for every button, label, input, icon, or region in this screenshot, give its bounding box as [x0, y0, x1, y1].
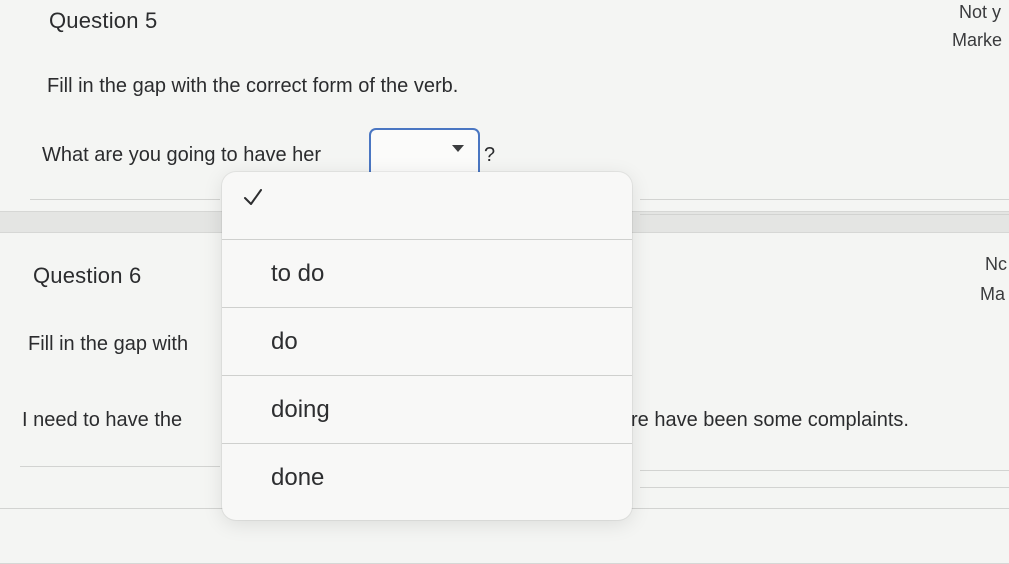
divider	[640, 214, 1009, 215]
option-do[interactable]: do	[222, 308, 632, 376]
question-6-instruction: Fill in the gap with	[28, 333, 189, 355]
question-5-sentence-end: ?	[484, 144, 496, 166]
option-label: do	[271, 328, 298, 355]
question-6-sentence-start: I need to have the	[22, 409, 183, 431]
option-to-do[interactable]: to do	[222, 240, 632, 308]
option-label: to do	[271, 260, 325, 287]
answer-options-menu: to do do doing done	[222, 172, 632, 520]
option-label: done	[271, 464, 325, 491]
checkmark-icon	[244, 189, 262, 205]
question-6-status: Nc	[985, 254, 1007, 274]
question-6-sentence-end: re have been some complaints.	[631, 409, 909, 431]
caret-down-icon	[452, 145, 464, 152]
question-6-marks: Ma	[980, 284, 1006, 304]
divider	[20, 466, 220, 467]
gap-select-dropdown[interactable]	[369, 128, 480, 172]
divider	[640, 487, 1009, 488]
option-label: doing	[271, 396, 330, 423]
option-done[interactable]: done	[222, 444, 632, 512]
option-doing[interactable]: doing	[222, 376, 632, 444]
divider	[640, 199, 1009, 200]
question-5-sentence-start: What are you going to have her	[42, 144, 322, 166]
divider	[640, 470, 1009, 471]
divider	[30, 199, 220, 200]
option-blank[interactable]	[222, 172, 632, 240]
question-6-title: Question 6	[33, 263, 142, 288]
question-5-status: Not y	[959, 2, 1002, 22]
question-5-marks: Marke	[952, 30, 1003, 50]
question-5-instruction: Fill in the gap with the correct form of…	[47, 75, 459, 97]
question-5-title: Question 5	[49, 8, 158, 33]
